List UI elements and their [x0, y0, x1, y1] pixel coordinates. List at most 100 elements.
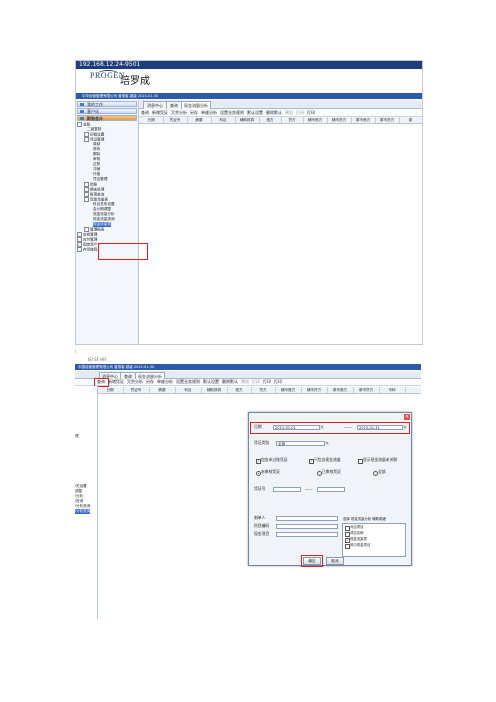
tab-cashflow-analysis[interactable]: 现金流量分析 [181, 101, 211, 109]
tool-default[interactable]: 默认设置 [247, 109, 263, 116]
grid-header: 日期 凭证号 摘要 科目 辅助核算 借方 贷方 辅币借方 辅币贷方 原币借方 原… [97, 387, 421, 394]
list-item[interactable]: 其中现金项目 [350, 542, 370, 548]
tool-print[interactable]: 打印 [252, 379, 260, 385]
nav-customer[interactable]: 客户化 [77, 108, 137, 114]
col-summary[interactable]: 摘要 [187, 117, 212, 123]
tool-query[interactable]: 查询 [141, 109, 149, 116]
col-debit[interactable]: 借方 [227, 387, 252, 393]
logo-cn: 培罗成 [120, 76, 150, 87]
col-aux-credit[interactable]: 辅币贷方 [301, 387, 328, 393]
tree-label: 账簿查询 [90, 192, 105, 197]
col-orig-debit[interactable]: 原币借方 [351, 117, 376, 123]
maker-field[interactable] [276, 516, 338, 521]
tool-rules[interactable]: 设置业务规则 [220, 109, 244, 116]
col-voucher-no[interactable]: 凭证号 [163, 117, 188, 123]
tree-label: 二级复制 [87, 127, 102, 131]
col-aux[interactable]: 辅助核算 [201, 387, 228, 393]
col-summary[interactable]: 摘要 [149, 387, 176, 393]
tab-strip: 消息中心 查询 现金流量分析 [75, 371, 421, 380]
tree-label: 科目关系设置 [93, 202, 115, 206]
calendar-icon[interactable]: ▾ [319, 425, 324, 430]
window-title: 192.168.12.24-9501 [79, 61, 141, 68]
col-currency[interactable]: 币种 [379, 387, 406, 393]
voucher-type-select[interactable]: 全部 [276, 441, 328, 446]
list-header: 选择 现金流量分析 辅助明细 [343, 517, 386, 521]
tool-new-voucher[interactable]: 新增凭证 [152, 109, 168, 116]
tool-rules[interactable]: 设置业务规则 [176, 379, 200, 385]
tool-preview[interactable]: 预览 [241, 379, 249, 385]
tool-print[interactable]: 打印 [296, 109, 304, 116]
tree-label: 初始设置 [90, 132, 105, 137]
col-debit[interactable]: 借方 [259, 117, 282, 123]
project-field[interactable] [276, 532, 338, 537]
expand-icon [77, 247, 82, 252]
nav-my-work[interactable]: 我的工作 [77, 101, 137, 107]
col-orig-credit[interactable]: 原币贷方 [353, 387, 380, 393]
col-orig[interactable]: 原 [399, 117, 422, 123]
col-voucher-no[interactable]: 凭证号 [123, 387, 150, 393]
tool-single-dim[interactable]: 单维分析 [157, 379, 173, 385]
nav-finance[interactable]: 财务会计 [77, 115, 137, 121]
close-icon[interactable]: × [404, 414, 410, 420]
nav-label: 客户化 [87, 109, 99, 114]
col-aux-debit[interactable]: 辅币借方 [303, 117, 328, 123]
tree-label: 现金流量查询 [93, 217, 115, 221]
tree-label: 应收管理 [83, 232, 98, 237]
tool-print-2[interactable]: 打印 [307, 109, 315, 116]
date-to-field[interactable]: 2015-01-31 [357, 425, 407, 430]
tree-label: 录制 [93, 142, 101, 146]
tool-redundancy[interactable]: 冗余分析 [171, 109, 187, 116]
tree-item-selected[interactable]: l分析查询 [75, 509, 91, 514]
option-list: 对应项目 项目名称 ✓ 现金流量表 其中现金项目 [342, 523, 406, 557]
tree-item[interactable]: 存货核算 [77, 247, 97, 253]
tool-save-as[interactable]: 另存 [146, 379, 154, 385]
tool-print-2[interactable]: 打印 [263, 379, 271, 385]
tool-delete-default[interactable]: 删除默认 [266, 109, 282, 116]
col-date[interactable]: 日期 [139, 117, 164, 123]
account-label: 科目编码 [254, 523, 270, 528]
tab-query[interactable]: 查询 [166, 101, 182, 109]
date-from-field[interactable]: 2015-01-01 [273, 425, 323, 430]
tree-label: 凭证管理 [93, 177, 108, 181]
tool-default[interactable]: 默认设置 [203, 379, 219, 385]
col-aux-credit[interactable]: 辅币贷方 [327, 117, 352, 123]
ok-button[interactable]: 确定 [303, 557, 321, 565]
tree-label: 存货核算 [83, 247, 98, 252]
separator-text: IEI SF HIF [88, 357, 107, 362]
tree-label: 现金流量表 [93, 222, 111, 226]
tree-label: 现金流量表 [90, 197, 108, 202]
col-account[interactable]: 科目 [175, 387, 202, 393]
separator-mark: \ [75, 349, 77, 354]
customer-icon [80, 110, 84, 113]
tool-print-3[interactable]: 打印 [274, 379, 282, 385]
tab-message-center[interactable]: 消息中心 [143, 101, 167, 109]
tree-label: 修改 [93, 147, 101, 151]
col-aux[interactable]: 辅助核算 [235, 117, 260, 123]
tree-item[interactable]: 理 [75, 434, 79, 439]
col-orig-credit[interactable]: 原币贷方 [375, 117, 400, 123]
voucher-no-from[interactable] [273, 487, 301, 492]
col-credit[interactable]: 贷方 [281, 117, 304, 123]
account-field[interactable] [276, 524, 338, 529]
col-credit[interactable]: 贷方 [251, 387, 276, 393]
query-dialog: × 日期 2015-01-01 ▾ —— 2015-01-31 ▾ 凭证类别 全… [248, 412, 412, 567]
tool-preview[interactable]: 预览 [285, 109, 293, 116]
calendar-icon[interactable]: ▾ [402, 425, 407, 430]
col-aux-debit[interactable]: 辅币借方 [275, 387, 302, 393]
tool-save-as[interactable]: 另存 [190, 109, 198, 116]
chevron-down-icon[interactable]: ▾ [324, 441, 329, 446]
col-date[interactable]: 日期 [97, 387, 124, 393]
tool-redundancy[interactable]: 冗余分析 [127, 379, 143, 385]
tool-single-dim[interactable]: 单维分析 [201, 109, 217, 116]
col-orig-debit[interactable]: 原币借方 [327, 387, 354, 393]
screenshot-1: 192.168.12.24-9501 PROGEN 培罗成 中华经营管理有限公司… [75, 60, 423, 345]
tree-label: 总账 [83, 122, 91, 127]
voucher-no-to[interactable] [317, 487, 345, 492]
nav-label: 财务会计 [87, 116, 103, 121]
tool-new-voucher[interactable]: 新增凭证 [108, 379, 124, 385]
cancel-button[interactable]: 取消 [326, 557, 344, 565]
tool-delete-default[interactable]: 删除默认 [222, 379, 238, 385]
col-account[interactable]: 科目 [211, 117, 236, 123]
date-dash: —— [344, 424, 352, 429]
tree-label: 期末处理 [90, 187, 105, 192]
